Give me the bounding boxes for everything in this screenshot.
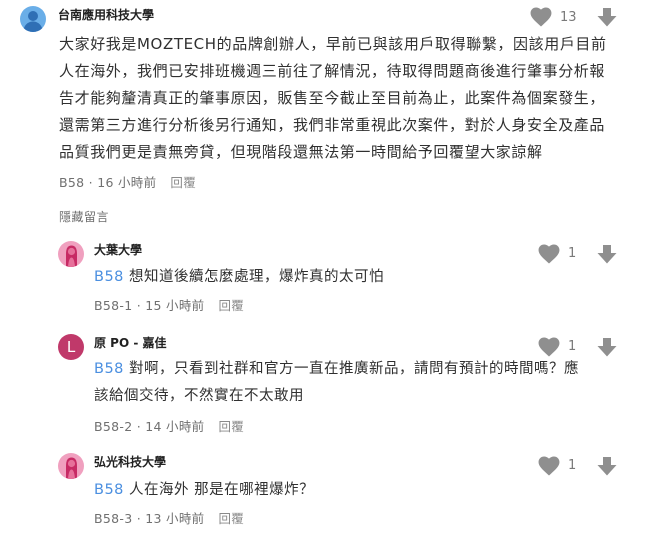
main-comment: 台南應用科技大學 13 大家好我是MOZTECH的品牌創辦人，早前已與該用戶取得…: [0, 0, 665, 205]
user-avatar-icon: [58, 453, 84, 479]
reply-comment: L 原 PO - 嘉佳 1 B58 對啊，只看到社群和官方一直在推廣新品，請問有…: [0, 325, 665, 440]
floor-number: B58: [59, 175, 85, 190]
reply-line: 對啊，只看到社群和官方一直在推廣新品，請問有預計的時間嗎？應: [129, 361, 580, 377]
user-avatar-icon: [20, 6, 46, 32]
reply-comment: 大葉大學 1 B58 想知道後續怎麼處理，爆炸真的太可怕 B58-1 · 15 …: [0, 232, 665, 322]
comment-line: 還需第三方進行分析後另行通知，我們非常重視此次案件，對於人身安全及產品: [59, 116, 606, 134]
timestamp: 15 小時前: [145, 298, 205, 313]
reply-button[interactable]: 回覆: [218, 511, 244, 526]
floor-tag-link[interactable]: B58: [94, 361, 124, 377]
comment-meta: B58 · 16 小時前 回覆: [59, 175, 197, 190]
like-count: 1: [568, 339, 577, 354]
reply-body: B58 人在海外 那是在哪裡爆炸？: [94, 477, 614, 504]
comment-author[interactable]: 弘光科技大學: [94, 454, 166, 470]
dislike-arrow-icon[interactable]: [597, 244, 617, 264]
like-count: 1: [568, 458, 577, 473]
reply-body: B58 想知道後續怎麼處理，爆炸真的太可怕: [94, 264, 614, 291]
floor-number: B58-1: [94, 298, 133, 313]
comment-body: 大家好我是MOZTECH的品牌創辦人，早前已與該用戶取得聯繫，因該用戶目前 人在…: [59, 31, 654, 166]
dislike-arrow-icon[interactable]: [597, 456, 617, 476]
avatar[interactable]: [58, 241, 84, 267]
floor-number: B58-3: [94, 511, 133, 526]
heart-icon[interactable]: [538, 244, 560, 264]
floor-tag-link[interactable]: B58: [94, 482, 124, 498]
heart-icon[interactable]: [530, 7, 552, 27]
heart-icon[interactable]: [538, 337, 560, 357]
hide-replies-link[interactable]: 隱藏留言: [59, 208, 109, 225]
timestamp: 14 小時前: [145, 419, 205, 434]
comment-meta: B58-3 · 13 小時前 回覆: [94, 511, 245, 526]
timestamp: 16 小時前: [97, 175, 157, 190]
reply-line: 想知道後續怎麼處理，爆炸真的太可怕: [129, 269, 385, 285]
reply-body: B58 對啊，只看到社群和官方一直在推廣新品，請問有預計的時間嗎？應 該給個交待…: [94, 356, 624, 410]
avatar[interactable]: [58, 453, 84, 479]
avatar[interactable]: [20, 6, 46, 32]
comment-author[interactable]: 大葉大學: [94, 242, 142, 258]
comment-meta: B58-1 · 15 小時前 回覆: [94, 298, 245, 313]
comment-line: 品質我們更是責無旁貸，但現階段還無法第一時間給予回覆望大家諒解: [59, 143, 543, 161]
reply-line: 人在海外 那是在哪裡爆炸？: [129, 482, 315, 498]
comment-meta: B58-2 · 14 小時前 回覆: [94, 419, 245, 434]
comment-line: 大家好我是MOZTECH的品牌創辦人，早前已與該用戶取得聯繫，因該用戶目前: [59, 35, 607, 53]
floor-number: B58-2: [94, 419, 133, 434]
reply-button[interactable]: 回覆: [218, 419, 244, 434]
reply-button[interactable]: 回覆: [218, 298, 244, 313]
dislike-arrow-icon[interactable]: [597, 7, 617, 27]
comment-author[interactable]: 台南應用科技大學: [58, 7, 154, 23]
reply-line: 該給個交待，不然實在不太敢用: [94, 388, 304, 404]
dislike-arrow-icon[interactable]: [597, 337, 617, 357]
reply-button[interactable]: 回覆: [170, 175, 196, 190]
like-count: 13: [560, 10, 577, 25]
reply-comment: 弘光科技大學 1 B58 人在海外 那是在哪裡爆炸？ B58-3 · 13 小時…: [0, 443, 665, 539]
comment-author[interactable]: 原 PO - 嘉佳: [94, 335, 167, 351]
timestamp: 13 小時前: [145, 511, 205, 526]
avatar[interactable]: L: [58, 334, 84, 360]
user-avatar-icon: [58, 241, 84, 267]
floor-tag-link[interactable]: B58: [94, 269, 124, 285]
like-count: 1: [568, 246, 577, 261]
comment-line: 告才能夠釐清真正的肇事原因，販售至今截止至目前為止，此案件為個案發生，: [59, 89, 606, 107]
comment-line: 人在海外，我們已安排班機週三前往了解情況，待取得問題商後進行肇事分析報: [59, 62, 606, 80]
heart-icon[interactable]: [538, 456, 560, 476]
